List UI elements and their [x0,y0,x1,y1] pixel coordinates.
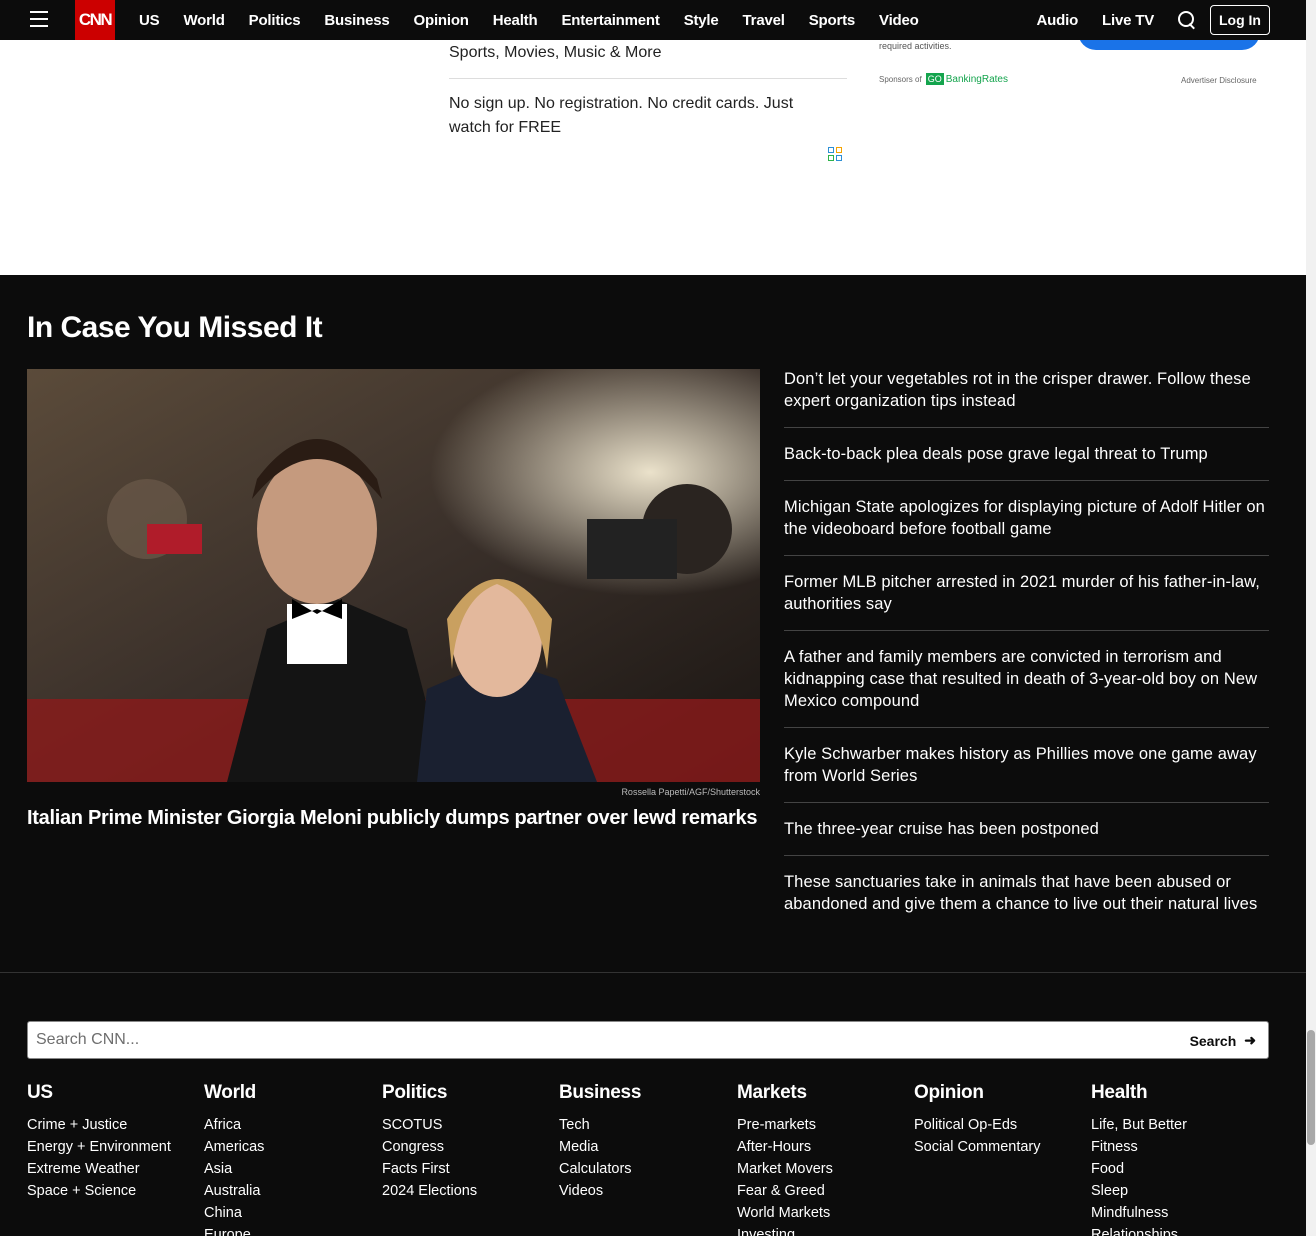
footer-link[interactable]: Social Commentary [914,1136,1084,1158]
footer-link[interactable]: Australia [204,1180,374,1202]
footer-link[interactable]: Life, But Better [1091,1114,1261,1136]
nav-link-health[interactable]: Health [481,12,550,29]
footer-link[interactable]: Tech [559,1114,729,1136]
story-link[interactable]: These sanctuaries take in animals that h… [784,871,1269,930]
photo-credit: Rossella Papetti/AGF/Shutterstock [621,787,760,797]
nav-link-style[interactable]: Style [672,12,731,29]
top-navigation: CNN US World Politics Business Opinion H… [0,0,1306,40]
footer-link[interactable]: Extreme Weather [27,1158,197,1180]
footer-link[interactable]: Congress [382,1136,552,1158]
in-case-you-missed-it-section: In Case You Missed It Rossella Papetti/A… [0,275,1306,1236]
story-link[interactable]: The three-year cruise has been postponed [784,818,1269,856]
footer-link[interactable]: SCOTUS [382,1114,552,1136]
hero-image[interactable] [27,369,760,782]
footer-link[interactable]: 2024 Elections [382,1180,552,1202]
footer-link[interactable]: Sleep [1091,1180,1261,1202]
footer-column-title[interactable]: US [27,1082,197,1104]
footer-link[interactable]: Videos [559,1180,729,1202]
footer-link[interactable]: Facts First [382,1158,552,1180]
footer-link[interactable]: World Markets [737,1202,907,1224]
footer-link[interactable]: Mindfulness [1091,1202,1261,1224]
footer-link[interactable]: Food [1091,1158,1261,1180]
nav-link-audio[interactable]: Audio [1025,12,1091,29]
footer-link[interactable]: Investing [737,1224,907,1236]
nav-link-live-tv[interactable]: Live TV [1090,12,1166,29]
adchoices-icon[interactable] [828,147,843,162]
footer-link[interactable]: Calculators [559,1158,729,1180]
nav-link-world[interactable]: World [171,12,236,29]
nav-link-sports[interactable]: Sports [797,12,867,29]
story-link[interactable]: A father and family members are convicte… [784,646,1269,728]
footer-search-button[interactable]: Search ➜ [1190,1032,1256,1049]
scrollbar[interactable] [1306,0,1316,1236]
nav-link-video[interactable]: Video [867,12,931,29]
footer-link[interactable]: Fitness [1091,1136,1261,1158]
nav-links: US World Politics Business Opinion Healt… [127,0,931,40]
footer-link[interactable]: China [204,1202,374,1224]
ad-headline[interactable]: Sports, Movies, Music & More [449,44,662,62]
footer-link[interactable]: Asia [204,1158,374,1180]
footer-link[interactable]: Political Op-Eds [914,1114,1084,1136]
footer-column-world: World Africa Americas Asia Australia Chi… [204,1082,374,1236]
ad-required-activities: required activities. [879,41,952,51]
footer-column-health: Health Life, But Better Fitness Food Sle… [1091,1082,1261,1236]
menu-icon[interactable] [30,11,48,27]
nav-link-us[interactable]: US [127,12,171,29]
footer-column-business: Business Tech Media Calculators Videos [559,1082,729,1202]
story-link[interactable]: Michigan State apologizes for displaying… [784,496,1269,556]
search-button-label: Search [1189,1032,1237,1049]
section-title: In Case You Missed It [27,311,323,344]
advertiser-disclosure-link[interactable]: Advertiser Disclosure [1181,76,1257,85]
footer-link[interactable]: Africa [204,1114,374,1136]
cnn-logo[interactable]: CNN [75,0,115,40]
footer-link[interactable]: Americas [204,1136,374,1158]
footer-column-politics: Politics SCOTUS Congress Facts First 202… [382,1082,552,1202]
nav-right: Audio Live TV Log In [1025,0,1270,40]
footer-column-title[interactable]: Health [1091,1082,1261,1104]
footer-column-title[interactable]: World [204,1082,374,1104]
ad-sponsor[interactable]: Sponsors of GO BankingRates [879,73,1008,85]
login-button[interactable]: Log In [1210,5,1270,35]
footer-link[interactable]: Media [559,1136,729,1158]
story-list: Don’t let your vegetables rot in the cri… [784,368,1269,945]
ad-body[interactable]: No sign up. No registration. No credit c… [449,92,839,140]
footer-link[interactable]: Relationships [1091,1224,1261,1236]
footer-column-title[interactable]: Politics [382,1082,552,1104]
scrollbar-thumb[interactable] [1307,1030,1315,1145]
arrow-right-icon: ➜ [1244,1032,1256,1048]
nav-link-business[interactable]: Business [312,12,401,29]
footer-link[interactable]: After-Hours [737,1136,907,1158]
sponsor-prefix: Sponsors of [879,74,922,84]
nav-link-opinion[interactable]: Opinion [402,12,481,29]
footer-link[interactable]: Energy + Environment [27,1136,197,1158]
nav-link-travel[interactable]: Travel [731,12,797,29]
gobankingrates-logo-icon: GO [925,73,944,85]
footer-column-title[interactable]: Business [559,1082,729,1104]
footer-column-title[interactable]: Opinion [914,1082,1084,1104]
footer-link[interactable]: Europe [204,1224,374,1236]
story-link[interactable]: Don’t let your vegetables rot in the cri… [784,368,1269,428]
story-link[interactable]: Back-to-back plea deals pose grave legal… [784,443,1269,481]
ad-divider [449,78,847,79]
hero-headline-link[interactable]: Italian Prime Minister Giorgia Meloni pu… [27,805,760,831]
footer-divider [0,972,1306,973]
footer-link[interactable]: Market Movers [737,1158,907,1180]
footer-link[interactable]: Pre-markets [737,1114,907,1136]
footer-link[interactable]: Crime + Justice [27,1114,197,1136]
footer-search-bar: Search ➜ [27,1021,1269,1059]
footer-link[interactable]: Space + Science [27,1180,197,1202]
nav-link-politics[interactable]: Politics [237,12,313,29]
search-icon[interactable] [1178,11,1196,29]
footer-link[interactable]: Fear & Greed [737,1180,907,1202]
story-link[interactable]: Former MLB pitcher arrested in 2021 murd… [784,571,1269,631]
nav-link-entertainment[interactable]: Entertainment [549,12,671,29]
hero-photo [27,369,760,782]
footer-column-us: US Crime + Justice Energy + Environment … [27,1082,197,1202]
footer-column-markets: Markets Pre-markets After-Hours Market M… [737,1082,907,1236]
footer-search-input[interactable] [36,1031,1136,1049]
story-link[interactable]: Kyle Schwarber makes history as Phillies… [784,743,1269,803]
footer-column-opinion: Opinion Political Op-Eds Social Commenta… [914,1082,1084,1158]
sponsor-name: BankingRates [945,73,1008,85]
footer-column-title[interactable]: Markets [737,1082,907,1104]
